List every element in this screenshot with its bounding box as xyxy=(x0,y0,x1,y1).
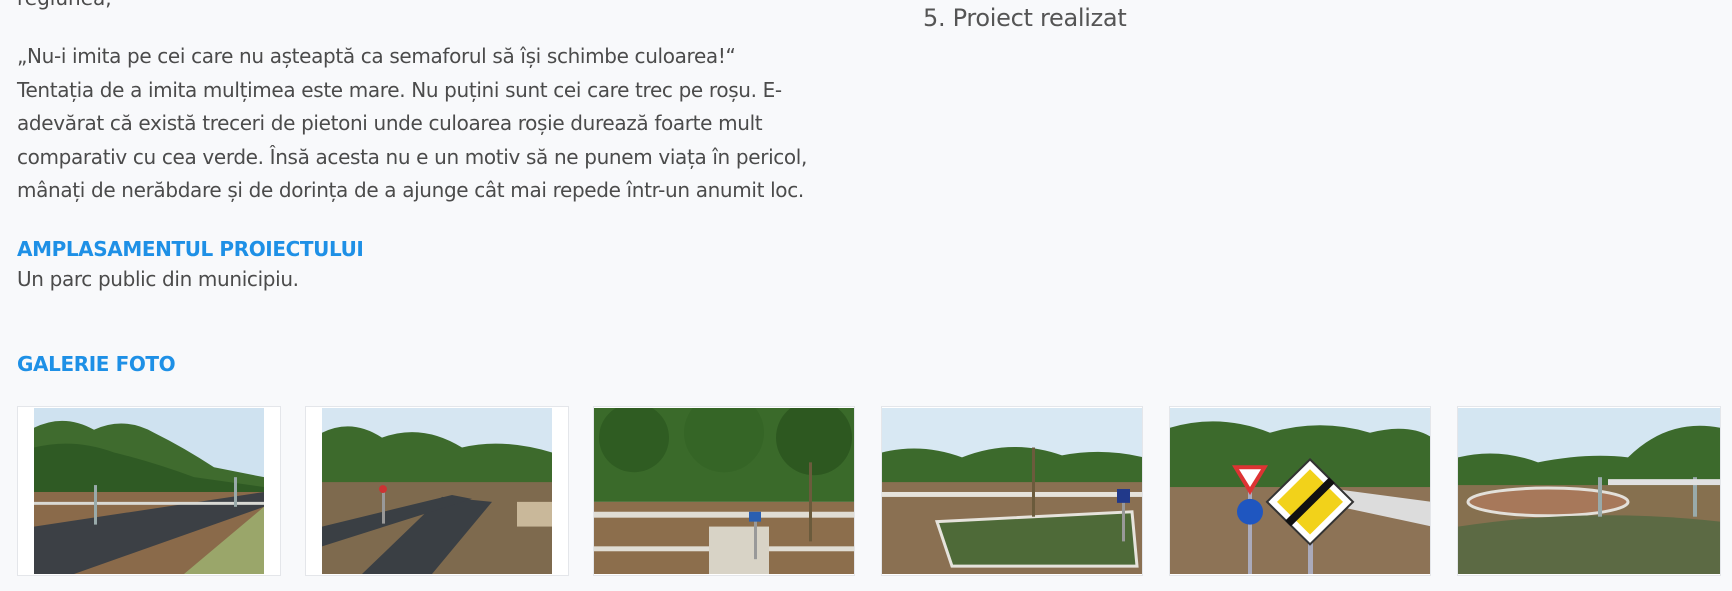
previous-text-fragment: regiunea, xyxy=(17,0,112,10)
description-line: mânați de nerăbdare și de dorința de a a… xyxy=(17,178,804,202)
gallery-thumb[interactable] xyxy=(593,406,855,576)
description-line: Tentația de a imita mulțimea este mare. … xyxy=(17,77,782,102)
project-title: 5. Proiect realizat xyxy=(923,4,1127,32)
gallery-heading: GALERIE FOTO xyxy=(17,352,176,376)
location-heading: AMPLASAMENTUL PROIECTULUI xyxy=(17,237,364,261)
park-crossing-photo xyxy=(594,408,854,574)
traffic-signs-photo xyxy=(1170,408,1430,574)
gallery-thumb[interactable] xyxy=(1169,406,1431,576)
gallery-thumb[interactable] xyxy=(305,406,569,576)
photo-gallery xyxy=(17,406,1721,576)
park-path-photo xyxy=(322,408,552,574)
quote-line: „Nu-i imita pe cei care nu așteaptă ca s… xyxy=(17,44,736,68)
location-text: Un parc public din municipiu. xyxy=(17,267,299,291)
park-path-photo xyxy=(34,408,264,574)
park-roundabout-photo xyxy=(1458,408,1720,574)
park-flowerbeds-photo xyxy=(882,408,1142,574)
description-line: comparativ cu cea verde. Însă acesta nu … xyxy=(17,144,808,169)
gallery-thumb[interactable] xyxy=(881,406,1143,576)
project-description: „Nu-i imita pe cei care nu așteaptă ca s… xyxy=(17,40,817,208)
gallery-thumb[interactable] xyxy=(1457,406,1721,576)
description-line: adevărat că există treceri de pietoni un… xyxy=(17,111,763,135)
gallery-thumb[interactable] xyxy=(17,406,281,576)
